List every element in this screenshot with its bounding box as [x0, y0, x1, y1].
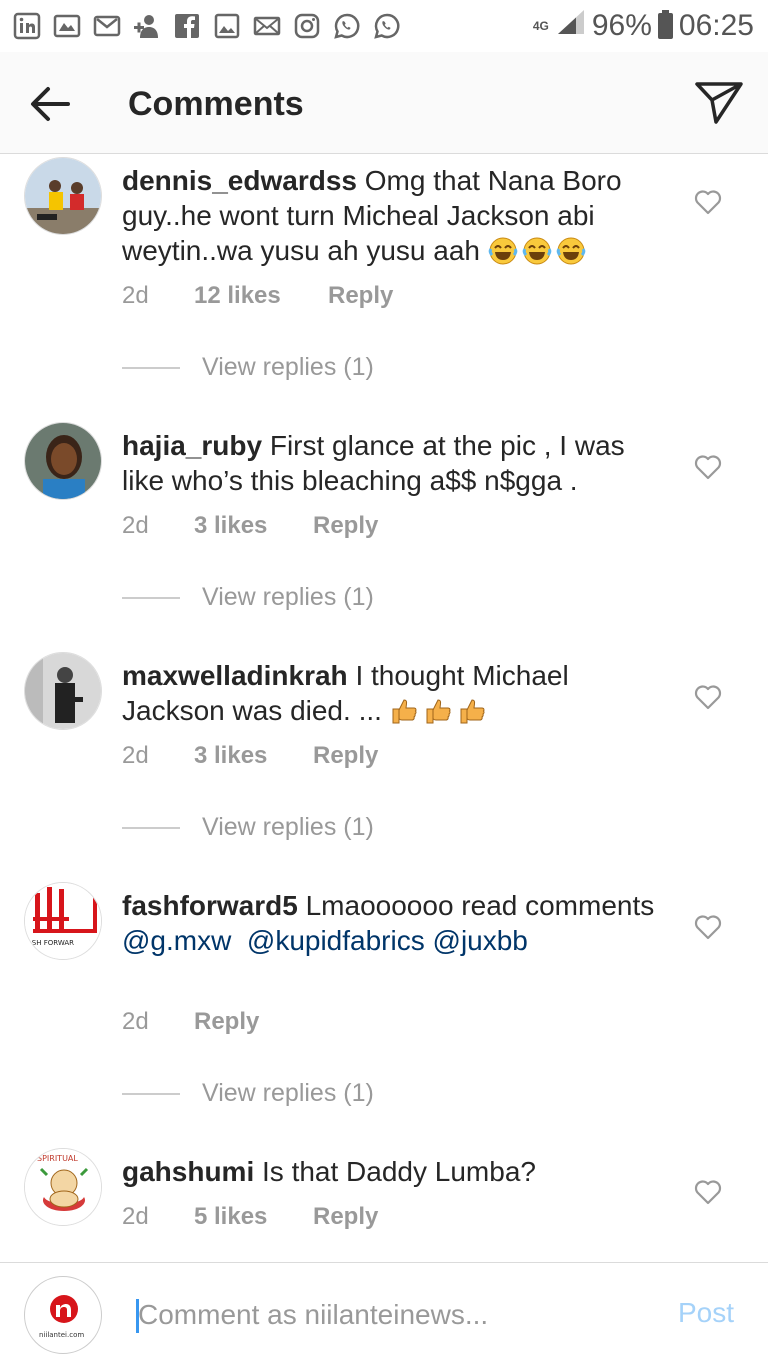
- comment-username[interactable]: hajia_ruby: [122, 430, 262, 461]
- avatar[interactable]: [24, 652, 102, 730]
- reply-button[interactable]: Reply: [313, 511, 378, 541]
- like-heart-icon[interactable]: [694, 454, 724, 482]
- comment-text: fashforward5 Lmaoooooo read comments @g.…: [122, 888, 662, 958]
- laughing-emoji-icon: [488, 235, 590, 266]
- comment-time: 2d: [122, 512, 149, 539]
- like-heart-icon[interactable]: [694, 684, 724, 712]
- comment-body: Is that Daddy Lumba?: [262, 1156, 536, 1187]
- status-bar: 4G 96% 06:25: [0, 0, 768, 52]
- mention-link[interactable]: @juxbb: [433, 925, 528, 956]
- avatar-brand-text: SPIRITUAL: [37, 1154, 78, 1163]
- comment-text: maxwelladinkrah I thought Michael Jackso…: [122, 658, 662, 728]
- comment-likes[interactable]: 12 likes: [194, 281, 328, 311]
- divider-line: [122, 1092, 180, 1095]
- instagram-icon: [292, 11, 322, 41]
- mention-link[interactable]: @kupidfabrics: [247, 925, 425, 956]
- add-person-icon: [132, 11, 162, 41]
- comment-time: 2d: [122, 742, 149, 769]
- signal-icon: [556, 8, 586, 44]
- view-replies-button[interactable]: View replies (1): [122, 1079, 374, 1108]
- comment-time: 2d: [122, 1203, 149, 1230]
- reply-button[interactable]: Reply: [313, 1202, 378, 1232]
- like-heart-icon[interactable]: [694, 189, 724, 217]
- comment-meta: 2d 12 likes Reply: [122, 281, 393, 311]
- reply-button[interactable]: Reply: [328, 281, 393, 311]
- comment-text: gahshumi Is that Daddy Lumba?: [122, 1154, 662, 1189]
- linkedin-icon: [12, 11, 42, 41]
- reply-button[interactable]: Reply: [313, 741, 378, 771]
- current-user-avatar: niilantei.com: [24, 1276, 102, 1354]
- clock: 06:25: [678, 9, 754, 42]
- avatar[interactable]: ASH FORWAR: [24, 882, 102, 960]
- divider-line: [122, 366, 180, 369]
- direct-message-icon[interactable]: [692, 78, 746, 128]
- image-icon: [212, 11, 242, 41]
- battery-percent: 96%: [591, 9, 652, 42]
- comment-meta: 2d 3 likes Reply: [122, 741, 378, 771]
- comment-time: 2d: [122, 282, 149, 309]
- comment-username[interactable]: maxwelladinkrah: [122, 660, 348, 691]
- view-replies-button[interactable]: View replies (1): [122, 353, 374, 382]
- comment-username[interactable]: fashforward5: [122, 890, 298, 921]
- battery-icon: [657, 10, 673, 39]
- comment-likes[interactable]: 5 likes: [194, 1202, 313, 1232]
- comment-input[interactable]: [138, 1293, 618, 1337]
- reply-button[interactable]: Reply: [194, 1007, 259, 1037]
- like-heart-icon[interactable]: [694, 1179, 724, 1207]
- comment-body: Lmaoooooo read comments: [305, 890, 655, 921]
- view-replies-button[interactable]: View replies (1): [122, 583, 374, 612]
- like-heart-icon[interactable]: [694, 914, 724, 942]
- view-replies-label: View replies (1): [202, 353, 374, 381]
- mention-link[interactable]: @g.mxw: [122, 925, 231, 956]
- system-status: 4G 96% 06:25: [532, 0, 754, 52]
- comment-username[interactable]: dennis_edwardss: [122, 165, 357, 196]
- divider-line: [122, 596, 180, 599]
- post-button[interactable]: Post: [678, 1297, 734, 1329]
- mail-icon: [252, 11, 282, 41]
- avatar[interactable]: SPIRITUAL: [24, 1148, 102, 1226]
- view-replies-button[interactable]: View replies (1): [122, 813, 374, 842]
- network-type: 4G: [532, 19, 549, 33]
- view-replies-label: View replies (1): [202, 813, 374, 841]
- page-title: Comments: [128, 85, 304, 123]
- notification-icons: [12, 11, 402, 41]
- view-replies-label: View replies (1): [202, 1079, 374, 1107]
- facebook-icon: [172, 11, 202, 41]
- comment-likes[interactable]: 3 likes: [194, 511, 313, 541]
- comment-time: 2d: [122, 1008, 149, 1035]
- avatar-brand-text: niilantei.com: [39, 1331, 84, 1339]
- comments-header: Comments: [0, 52, 768, 154]
- comment-meta: 2d 3 likes Reply: [122, 511, 378, 541]
- comment-meta: 2d Reply: [122, 1007, 259, 1037]
- comment-username[interactable]: gahshumi: [122, 1156, 254, 1187]
- view-replies-label: View replies (1): [202, 583, 374, 611]
- comment-likes[interactable]: 3 likes: [194, 741, 313, 771]
- avatar-brand-text: ASH FORWAR: [27, 939, 74, 947]
- whatsapp-icon: [332, 11, 362, 41]
- gallery-icon: [52, 11, 82, 41]
- avatar[interactable]: [24, 422, 102, 500]
- back-arrow-icon[interactable]: [28, 82, 72, 126]
- divider-line: [122, 826, 180, 829]
- comment-text: hajia_ruby First glance at the pic , I w…: [122, 428, 662, 498]
- avatar[interactable]: [24, 157, 102, 235]
- thumbs-up-emoji-icon: [390, 695, 492, 726]
- comment-meta: 2d 5 likes Reply: [122, 1202, 378, 1232]
- gmail-icon: [92, 11, 122, 41]
- whatsapp-icon: [372, 11, 402, 41]
- comment-text: dennis_edwardss Omg that Nana Boro guy..…: [122, 163, 662, 268]
- comment-composer: niilantei.com Post: [0, 1262, 768, 1365]
